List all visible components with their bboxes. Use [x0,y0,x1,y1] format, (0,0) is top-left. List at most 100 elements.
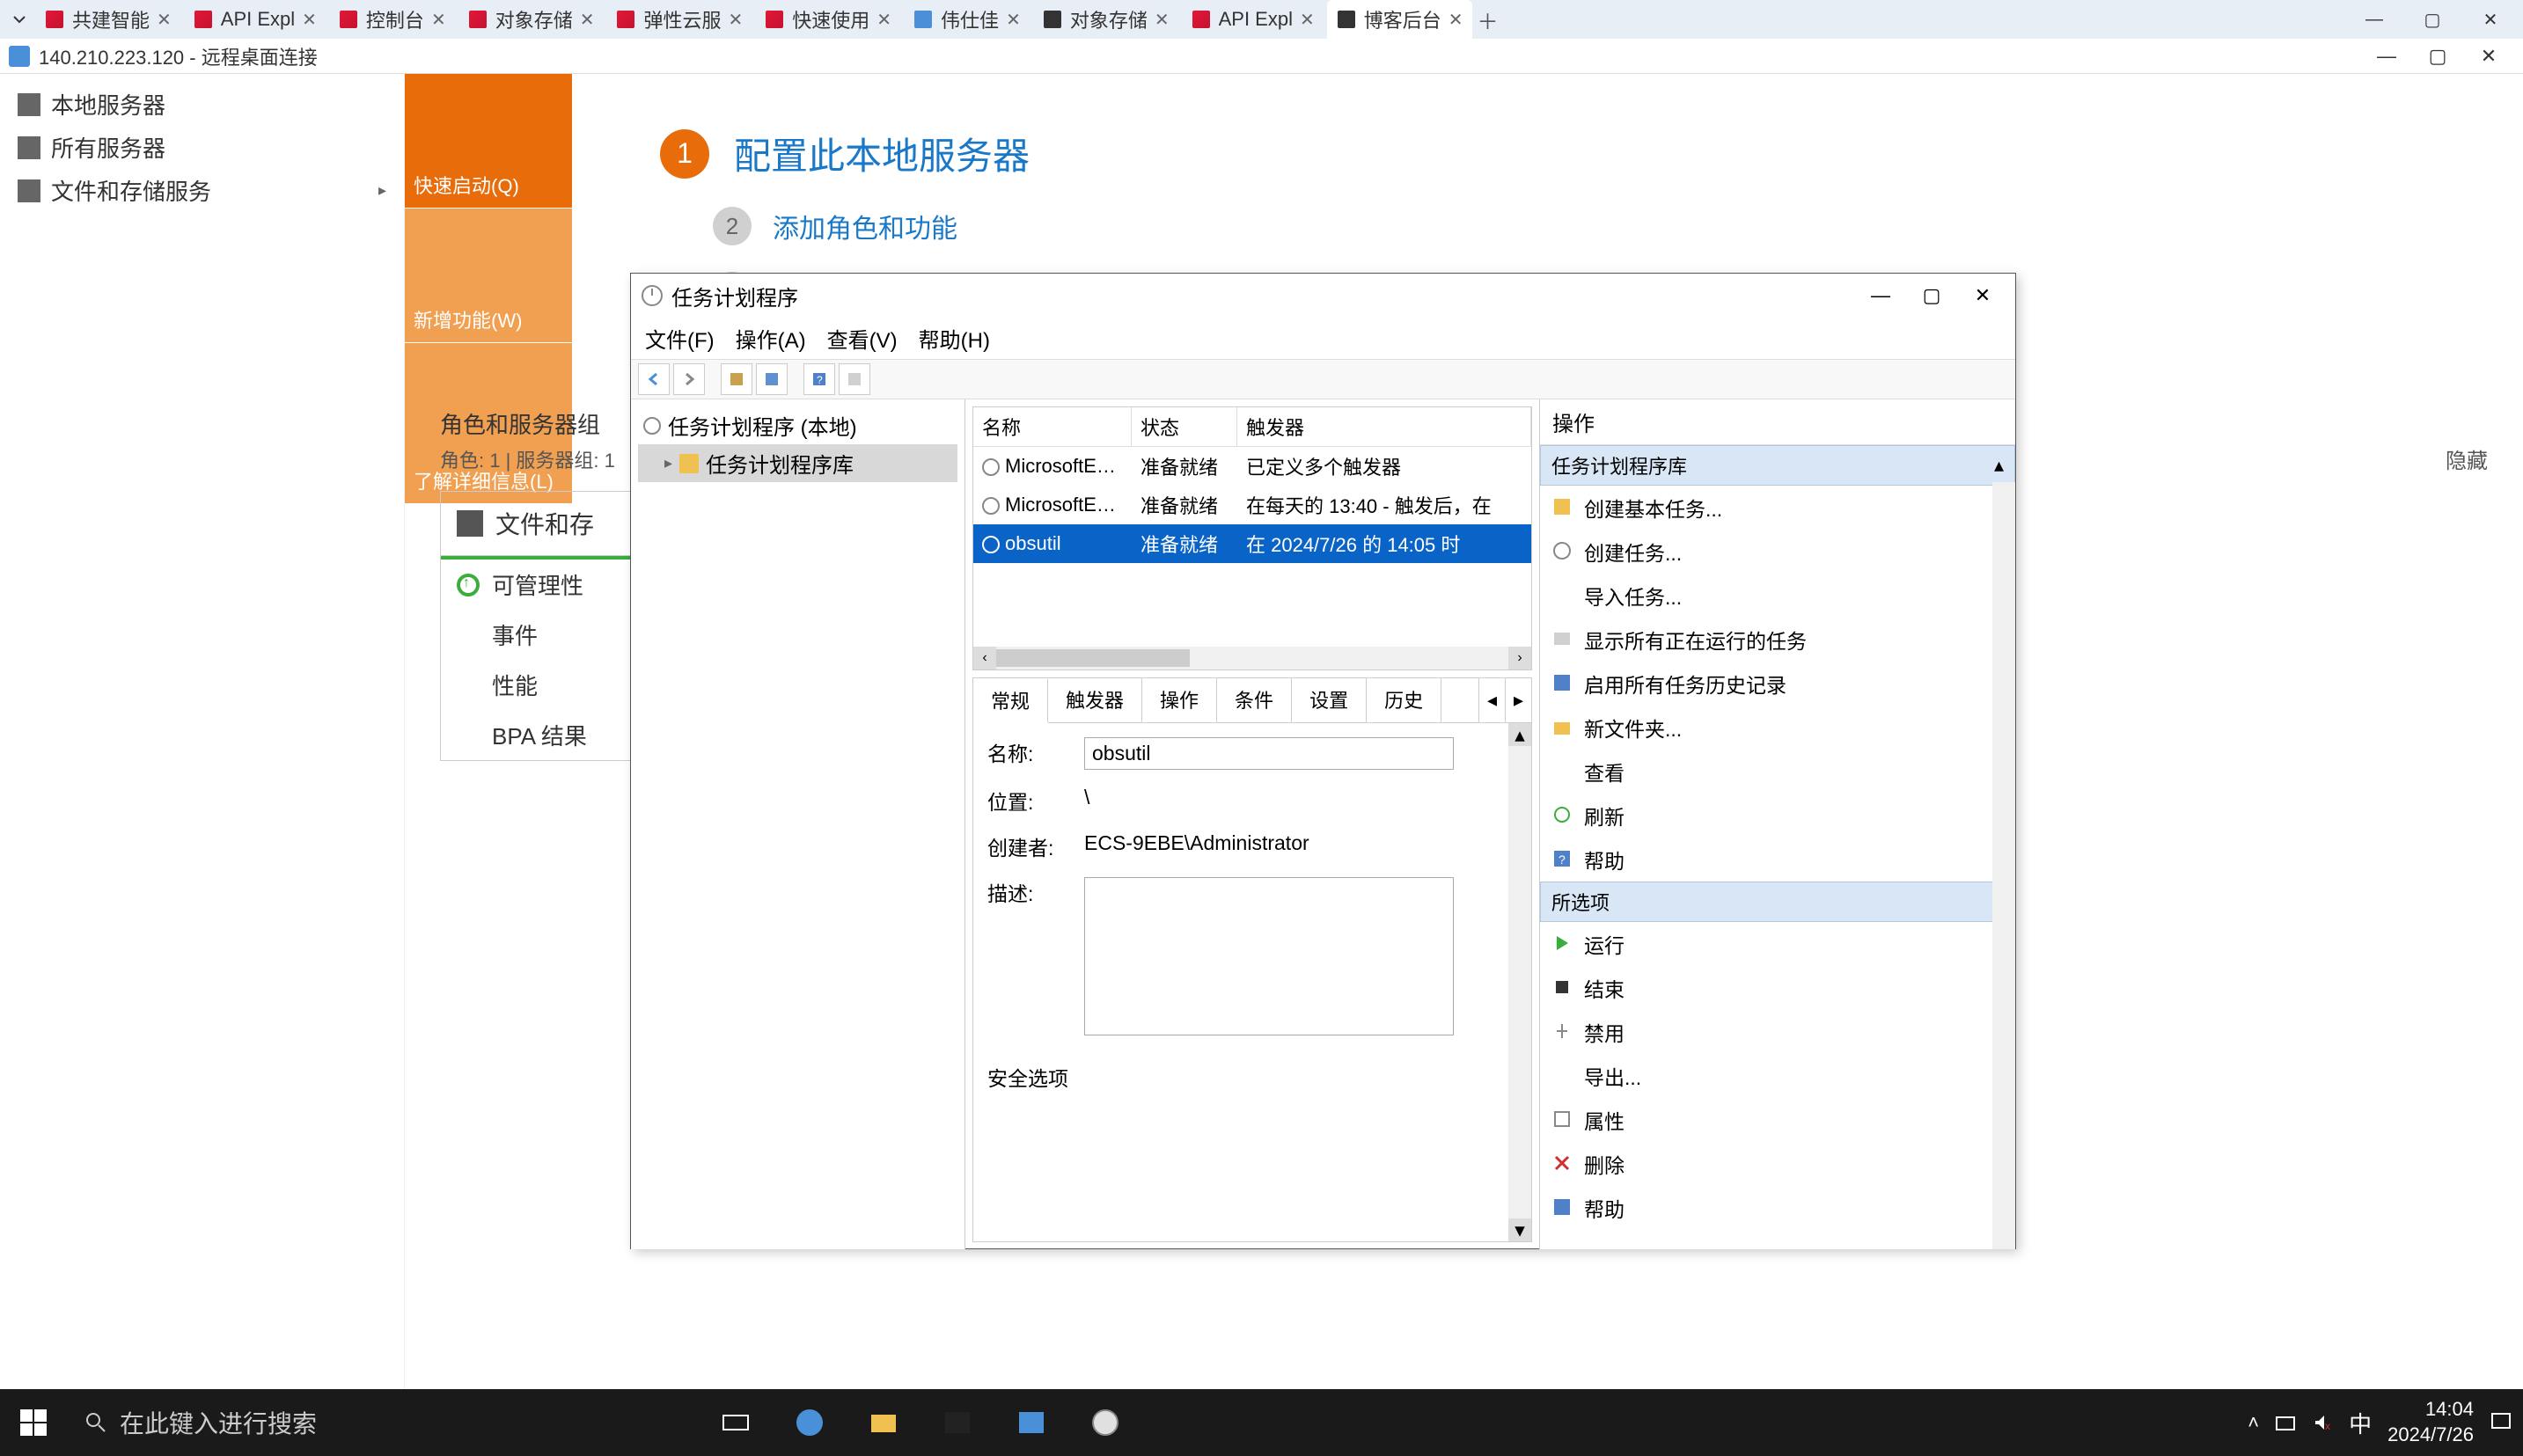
action-run[interactable]: 运行 [1540,922,2015,966]
taskbar-app-taskview[interactable] [700,1389,771,1456]
forward-button[interactable] [673,363,705,395]
sidebar-item-local[interactable]: 本地服务器 [0,83,404,126]
close-icon[interactable]: ✕ [431,9,446,31]
close-button[interactable]: ✕ [2465,4,2516,35]
tabs-dropdown-icon[interactable] [7,7,32,32]
maximize-button[interactable]: ▢ [2407,4,2458,35]
toolbar-btn-1[interactable] [721,363,752,395]
action-new-folder[interactable]: 新文件夹... [1540,706,2015,750]
actions-scrollbar[interactable] [1992,482,2015,1249]
collapse-icon[interactable]: ▴ [1994,454,2004,477]
task-row-0[interactable]: MicrosoftEd... 准备就绪 已定义多个触发器 [973,447,1531,486]
task-name-input[interactable]: obsutil [1084,737,1454,770]
action-properties[interactable]: 属性 [1540,1098,2015,1142]
rdp-maximize-button[interactable]: ▢ [2412,40,2463,73]
taskbar-app-cmd[interactable] [922,1389,993,1456]
browser-tab-2[interactable]: 控制台✕ [329,0,455,39]
close-icon[interactable]: ✕ [302,9,317,31]
maximize-button[interactable]: ▢ [1910,278,1954,313]
heading-text[interactable]: 配置此本地服务器 [734,127,1030,180]
start-button[interactable] [0,1389,67,1456]
toolbar-btn-2[interactable] [756,363,788,395]
action-enable-history[interactable]: 启用所有任务历史记录 [1540,662,2015,706]
task-description-textarea[interactable] [1084,877,1454,1035]
horizontal-scrollbar[interactable]: ‹ › [973,647,1531,669]
new-tab-button[interactable]: ＋ [1476,7,1500,32]
taskbar-search[interactable]: 在此键入进行搜索 [67,1389,683,1456]
hide-link[interactable]: 隐藏 [2446,443,2488,474]
rdp-close-button[interactable]: ✕ [2463,40,2514,73]
action-create-task[interactable]: 创建任务... [1540,530,2015,574]
col-status[interactable]: 状态 [1132,407,1237,446]
browser-tab-1[interactable]: API Expl✕ [184,3,326,36]
col-trigger[interactable]: 触发器 [1237,407,1531,446]
menu-action[interactable]: 操作(A) [736,323,806,354]
minimize-button[interactable]: — [2349,4,2400,35]
close-icon[interactable]: ✕ [1155,9,1170,31]
tray-clock[interactable]: 14:04 2024/7/26 [2387,1397,2474,1447]
close-icon[interactable]: ✕ [876,9,891,31]
scroll-up-icon[interactable]: ▴ [1508,723,1531,746]
tab-settings[interactable]: 设置 [1292,678,1367,722]
col-name[interactable]: 名称 [973,407,1132,446]
scroll-thumb[interactable] [996,649,1190,667]
browser-tab-0[interactable]: 共建智能✕ [35,0,180,39]
close-icon[interactable]: ✕ [157,9,172,31]
close-icon[interactable]: ✕ [1006,9,1021,31]
action-help[interactable]: ?帮助 [1540,838,2015,882]
tray-volume-icon[interactable]: x [2312,1412,2333,1433]
taskbar-app-server-manager[interactable] [996,1389,1067,1456]
rdp-minimize-button[interactable]: — [2361,40,2412,73]
link-add-roles[interactable]: 2 添加角色和功能 [713,207,2488,245]
browser-tab-4[interactable]: 弹性云服✕ [606,0,752,39]
tray-network-icon[interactable] [2275,1412,2296,1433]
browser-tab-9[interactable]: 博客后台✕ [1327,0,1472,39]
notifications-icon[interactable] [2490,1411,2512,1434]
tree-root[interactable]: 任务计划程序 (本地) [638,406,957,444]
task-row-1[interactable]: MicrosoftEd... 准备就绪 在每天的 13:40 - 触发后，在 [973,486,1531,524]
scroll-down-icon[interactable]: ▾ [1508,1218,1531,1241]
help-toolbar-button[interactable]: ? [803,363,835,395]
close-icon[interactable]: ✕ [1300,9,1315,31]
browser-tab-7[interactable]: 对象存储✕ [1033,0,1178,39]
action-end[interactable]: 结束 [1540,966,2015,1010]
tab-actions[interactable]: 操作 [1142,678,1217,722]
menu-view[interactable]: 查看(V) [827,323,898,354]
sidebar-item-all[interactable]: 所有服务器 [0,126,404,169]
scroll-right-icon[interactable]: › [1508,647,1531,669]
action-refresh[interactable]: 刷新 [1540,794,2015,838]
tab-conditions[interactable]: 条件 [1217,678,1292,722]
close-icon[interactable]: ✕ [729,9,744,31]
tab-nav-right[interactable]: ▸ [1505,678,1531,722]
task-row-2[interactable]: obsutil 准备就绪 在 2024/7/26 的 14:05 时 [973,524,1531,563]
action-disable[interactable]: 禁用 [1540,1010,2015,1054]
action-view[interactable]: 查看▸ [1540,750,2015,794]
tab-nav-left[interactable]: ◂ [1478,678,1505,722]
close-button[interactable]: ✕ [1961,278,2005,313]
action-import-task[interactable]: 导入任务... [1540,574,2015,618]
sidebar-item-storage[interactable]: 文件和存储服务 [0,169,404,212]
browser-tab-6[interactable]: 伟仕佳✕ [904,0,1030,39]
action-create-basic-task[interactable]: 创建基本任务... [1540,486,2015,530]
toolbar-btn-4[interactable] [839,363,870,395]
action-export[interactable]: 导出... [1540,1054,2015,1098]
close-icon[interactable]: ✕ [1449,9,1463,31]
taskbar-app-edge[interactable] [774,1389,845,1456]
expand-icon[interactable]: ▸ [664,454,672,472]
tab-triggers[interactable]: 触发器 [1048,678,1142,722]
menu-help[interactable]: 帮助(H) [919,323,990,354]
task-scheduler-titlebar[interactable]: 任务计划程序 — ▢ ✕ [631,274,2015,318]
vertical-scrollbar[interactable]: ▴ ▾ [1508,723,1531,1241]
tray-up-icon[interactable]: ˄ [2248,1411,2259,1434]
tab-history[interactable]: 历史 [1367,678,1441,722]
close-icon[interactable]: ✕ [580,9,595,31]
tab-general[interactable]: 常规 [973,679,1048,723]
taskbar-app-task-scheduler[interactable] [1070,1389,1140,1456]
browser-tab-5[interactable]: 快速使用✕ [755,0,900,39]
browser-tab-8[interactable]: API Expl✕ [1182,3,1324,36]
browser-tab-3[interactable]: 对象存储✕ [458,0,604,39]
back-button[interactable] [638,363,670,395]
minimize-button[interactable]: — [1859,278,1903,313]
action-group-selected[interactable]: 所选项 ▴ [1540,882,2015,922]
menu-file[interactable]: 文件(F) [645,323,715,354]
